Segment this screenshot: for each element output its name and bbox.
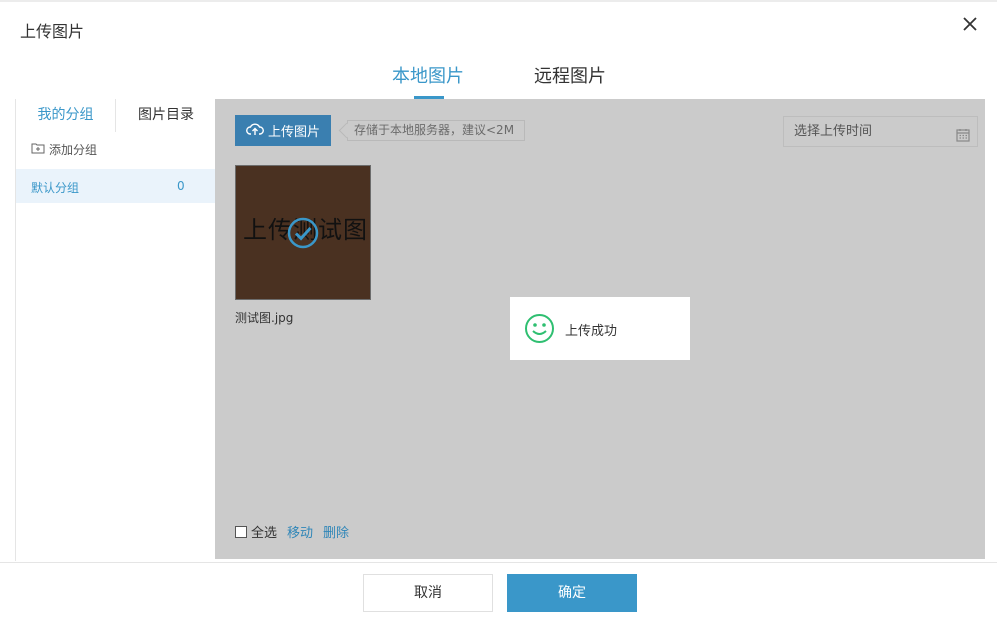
- cloud-upload-icon: [246, 122, 264, 140]
- date-placeholder: 选择上传时间: [794, 124, 873, 139]
- folder-plus-icon: [31, 142, 45, 157]
- group-sidebar: 我的分组 图片目录 添加分组 默认分组 0: [15, 99, 216, 561]
- calendar-icon: [956, 124, 970, 153]
- tab-local-images[interactable]: 本地图片: [392, 62, 464, 88]
- tab-remote-images[interactable]: 远程图片: [534, 62, 606, 88]
- upload-image-dialog: 上传图片 本地图片 远程图片 我的分组 图片目录 添加分组 默认分组 0 上传图…: [0, 0, 997, 624]
- top-divider: [0, 0, 997, 2]
- select-all-label: 全选: [251, 526, 278, 541]
- smile-icon: [524, 313, 555, 348]
- cancel-button[interactable]: 取消: [363, 574, 493, 612]
- check-circle-icon: [287, 217, 319, 253]
- success-toast: 上传成功: [510, 297, 690, 360]
- upload-date-picker[interactable]: 选择上传时间: [783, 116, 978, 147]
- dialog-title: 上传图片: [20, 22, 85, 41]
- source-tabs: 本地图片 远程图片: [0, 60, 997, 100]
- bulk-actions: 全选 移动 删除: [235, 522, 359, 541]
- image-panel: 上传图片 存储于本地服务器，建议<2M 选择上传时间 上传测试图 测试图.jpg…: [215, 99, 985, 559]
- upload-hint: 存储于本地服务器，建议<2M: [347, 120, 526, 141]
- toast-message: 上传成功: [565, 324, 618, 339]
- group-count: 0: [177, 179, 185, 193]
- upload-image-label: 上传图片: [267, 125, 320, 140]
- add-group-label: 添加分组: [49, 143, 98, 157]
- add-group-button[interactable]: 添加分组: [31, 141, 97, 158]
- select-all-checkbox[interactable]: [235, 525, 247, 538]
- group-name: 默认分组: [31, 181, 80, 195]
- image-filename: 测试图.jpg: [235, 311, 294, 325]
- footer-divider: [0, 562, 997, 563]
- sidebar-tabs: 我的分组 图片目录: [16, 99, 216, 132]
- image-thumbnail[interactable]: 上传测试图: [235, 165, 371, 300]
- delete-link[interactable]: 删除: [323, 522, 349, 541]
- confirm-button[interactable]: 确定: [507, 574, 637, 612]
- move-link[interactable]: 移动: [287, 522, 313, 541]
- group-item-default[interactable]: 默认分组 0: [16, 169, 215, 203]
- tab-image-directory[interactable]: 图片目录: [116, 99, 216, 132]
- upload-image-button[interactable]: 上传图片: [235, 115, 331, 146]
- close-icon[interactable]: [960, 14, 980, 34]
- tab-my-groups[interactable]: 我的分组: [16, 99, 116, 132]
